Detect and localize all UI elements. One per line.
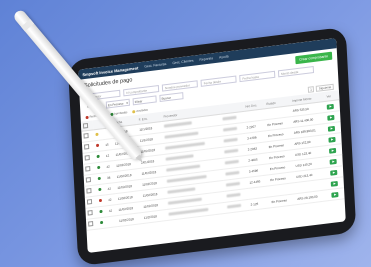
select-all-checkbox[interactable] <box>82 122 89 129</box>
legend-item-approved: Aprobadas <box>109 110 128 116</box>
row-doc-number: 2-126 <box>248 196 270 211</box>
row-status-cell <box>97 216 108 229</box>
row-checkbox[interactable] <box>88 221 94 227</box>
play-icon[interactable]: ▶ <box>328 125 336 132</box>
play-icon[interactable]: ▶ <box>330 169 338 176</box>
play-icon[interactable]: ▶ <box>327 114 335 121</box>
row-checkbox[interactable] <box>86 199 93 205</box>
tablet-screen: Smpsoft Invoice Management Gest. Factura… <box>78 38 346 253</box>
redacted-text <box>226 193 241 198</box>
redacted-text <box>164 121 192 128</box>
estado-select-value: En Proceso <box>107 100 124 107</box>
tablet-device: Smpsoft Invoice Management Gest. Factura… <box>67 26 357 267</box>
menu-item-invoices[interactable]: Gest. Facturas <box>144 62 166 69</box>
status-dot-icon <box>95 143 100 148</box>
row-view-cell: ▶ <box>329 187 345 201</box>
play-icon[interactable]: ▶ <box>331 191 339 198</box>
play-icon[interactable]: ▶ <box>329 158 338 165</box>
filter-select-value: Filtrar <box>134 98 143 104</box>
row-number <box>107 215 118 228</box>
legend-label: Anuladas <box>136 107 148 113</box>
redacted-text <box>222 127 237 132</box>
filter-amount-from-input[interactable]: Monto desde <box>277 66 315 78</box>
page-number[interactable]: 1 <box>307 86 315 93</box>
row-checkbox[interactable] <box>83 132 89 139</box>
row-date: 11/02/2018 <box>116 212 143 227</box>
play-icon[interactable]: ▶ <box>330 180 339 187</box>
red-dot-icon <box>85 115 89 119</box>
menu-item-help[interactable]: Ayuda <box>219 54 229 59</box>
status-dot-icon <box>95 132 99 137</box>
redacted-text <box>223 138 238 143</box>
redacted-text <box>164 131 199 139</box>
redacted-text <box>166 175 207 183</box>
redacted-text <box>166 164 201 172</box>
redacted-text <box>168 208 209 216</box>
legend-item-cancelled: Anuladas <box>132 108 148 114</box>
row-checkbox[interactable] <box>85 165 91 172</box>
filter-provider-name-input[interactable]: Nombre proveedor <box>161 80 198 92</box>
status-dot-icon <box>98 198 102 203</box>
redacted-text <box>222 116 237 121</box>
play-icon[interactable]: ▶ <box>328 136 336 143</box>
redacted-text <box>168 198 202 205</box>
redacted-text <box>165 142 205 150</box>
row-select-cell <box>85 217 99 231</box>
legend-label: Aprobadas <box>113 110 128 116</box>
redacted-text <box>165 154 194 161</box>
row-sent-date: 11/2/2018 <box>141 209 168 224</box>
menu-item-clients[interactable]: Gest. Clientes <box>172 59 193 66</box>
row-state: En Proceso <box>269 193 296 208</box>
status-dot-icon <box>96 154 100 159</box>
status-dot-icon <box>100 220 104 225</box>
status-dot-icon <box>97 176 101 181</box>
row-extra-blurred <box>224 199 249 214</box>
redacted-text <box>225 171 240 176</box>
status-dot-icon <box>98 187 102 192</box>
chevron-down-icon: ▾ <box>126 100 128 105</box>
search-select-value: Buscar <box>161 95 171 101</box>
row-checkbox[interactable] <box>86 188 92 194</box>
status-dot-icon <box>97 165 101 170</box>
redacted-text <box>226 204 241 209</box>
redacted-text <box>167 187 196 194</box>
row-checkbox[interactable] <box>84 154 90 161</box>
yellow-dot-icon <box>132 109 136 114</box>
filter-date-to-input[interactable]: Fecha hasta <box>239 70 276 83</box>
status-dot-icon <box>99 209 103 214</box>
redacted-text <box>224 160 239 165</box>
play-icon[interactable]: ▶ <box>326 103 335 110</box>
redacted-text <box>225 182 240 187</box>
redacted-text <box>223 149 238 154</box>
row-checkbox[interactable] <box>85 177 91 183</box>
row-checkbox[interactable] <box>84 143 90 150</box>
stylus-band <box>20 19 35 32</box>
row-checkbox[interactable] <box>87 210 93 216</box>
filter-date-from-input[interactable]: Fecha desde <box>200 75 237 87</box>
menu-item-reports[interactable]: Reportes <box>199 56 213 62</box>
play-icon[interactable]: ▶ <box>329 147 337 154</box>
